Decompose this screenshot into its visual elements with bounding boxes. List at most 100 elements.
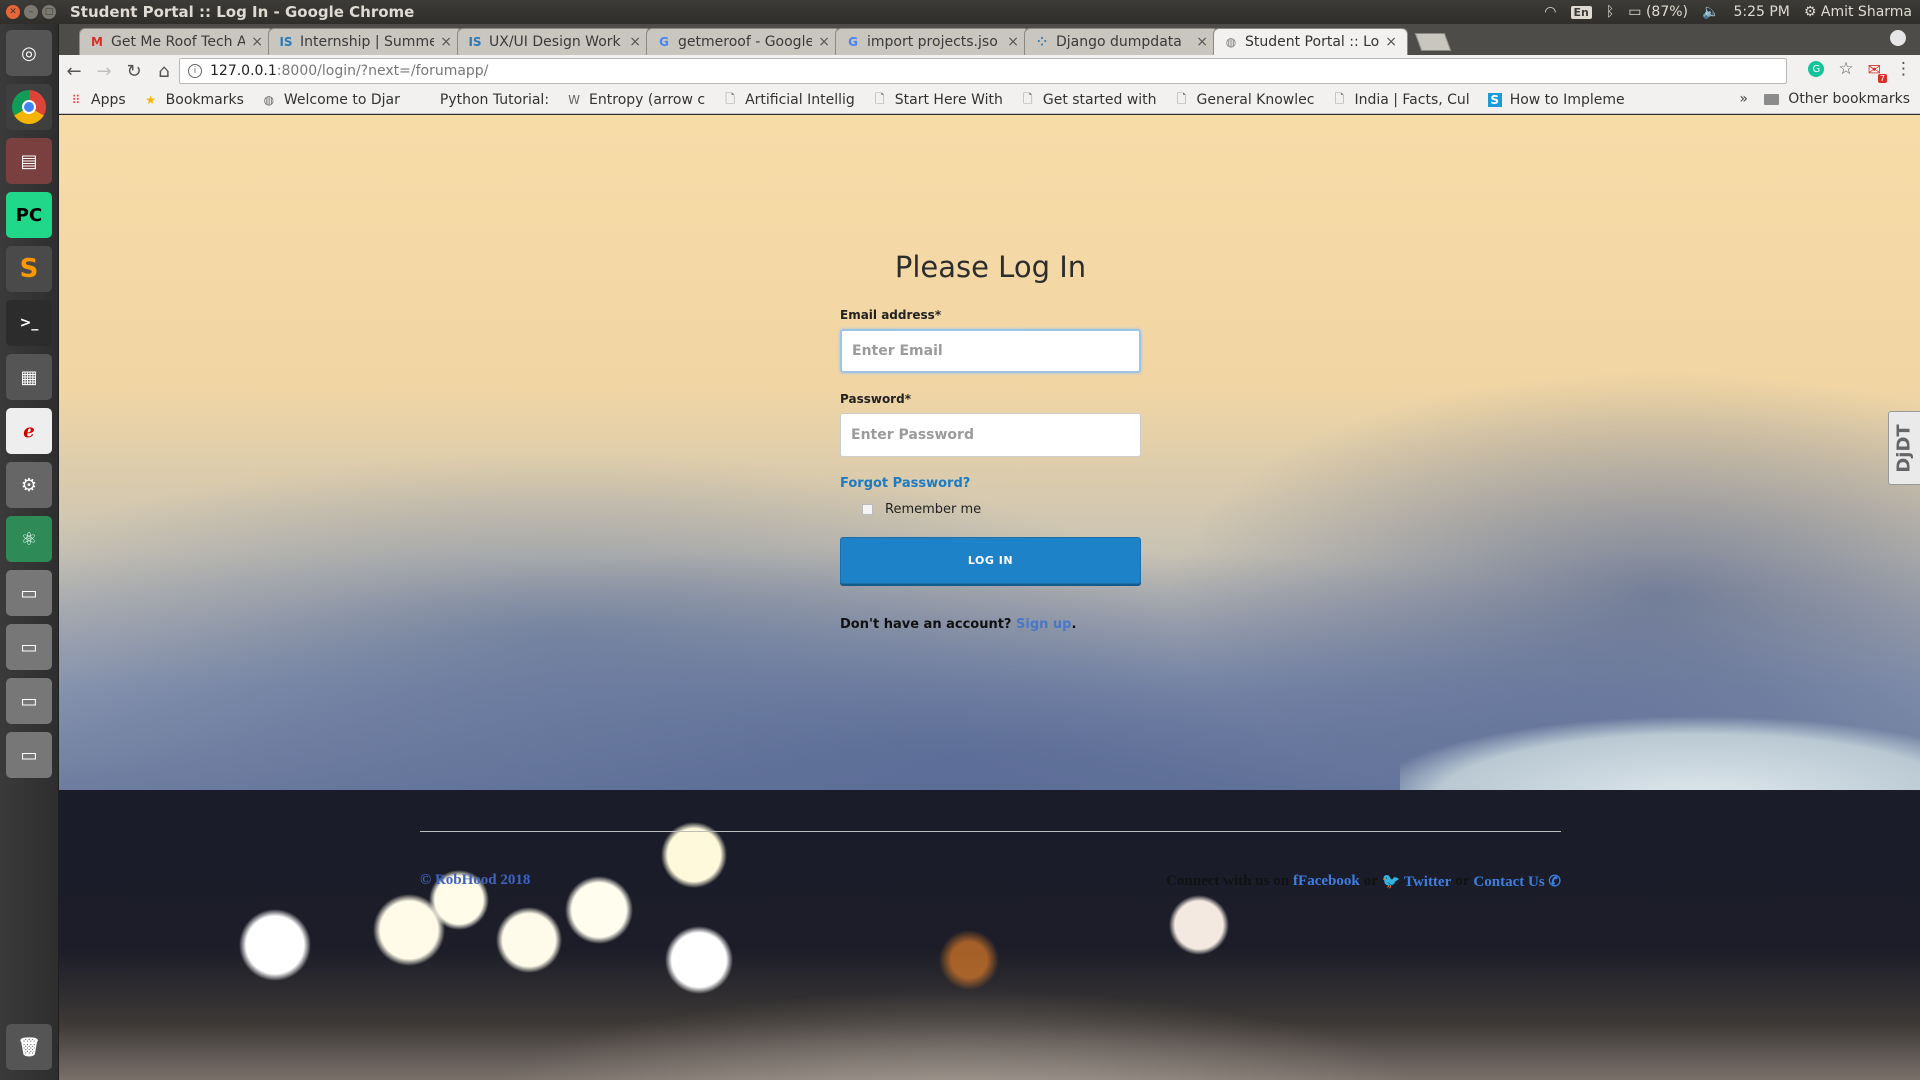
grid-icon: ⁘	[1036, 35, 1048, 49]
home-button[interactable]: ⌂	[149, 61, 179, 82]
remember-me-checkbox[interactable]	[862, 504, 873, 515]
forgot-password-link[interactable]: Forgot Password?	[840, 476, 1141, 491]
user-menu[interactable]: ⚙ Amit Sharma	[1804, 4, 1912, 20]
forward-button[interactable]: →	[89, 61, 119, 82]
bookmark-item[interactable]: W Entropy (arrow c	[567, 92, 705, 108]
browser-tab[interactable]: M Get Me Roof Tech A ×	[79, 28, 274, 55]
maximize-window-button[interactable]: □	[42, 5, 56, 19]
trash-icon[interactable]: 🗑	[6, 1024, 52, 1070]
close-tab-icon[interactable]: ×	[440, 34, 452, 50]
chrome-menu-icon[interactable]: ⋮	[1895, 59, 1912, 79]
gmail-icon: M	[91, 35, 103, 49]
new-tab-button[interactable]	[1414, 33, 1452, 51]
drive-icon[interactable]: ▭	[6, 732, 52, 778]
ddt-label: DjDT	[1894, 423, 1915, 473]
wifi-icon[interactable]: ◠	[1544, 4, 1556, 20]
close-tab-icon[interactable]: ×	[629, 34, 641, 50]
bookmark-label: Apps	[91, 92, 126, 108]
bookmark-item[interactable]: 🗋 General Knowlec	[1175, 92, 1315, 109]
minimize-window-button[interactable]: –	[24, 5, 38, 19]
email-group: Email address*	[840, 308, 1141, 373]
dash-icon[interactable]: ◎	[6, 30, 52, 76]
drive-icon[interactable]: ▭	[6, 570, 52, 616]
password-field[interactable]	[840, 413, 1141, 457]
gear-icon: ⚙	[1803, 4, 1817, 20]
terminal-icon[interactable]: >_	[6, 300, 52, 346]
django-debug-toolbar-handle[interactable]: DjDT	[1888, 411, 1920, 485]
bookmark-star-icon[interactable]: ☆	[1838, 59, 1853, 79]
grammarly-icon[interactable]: G	[1808, 61, 1825, 77]
close-tab-icon[interactable]: ×	[251, 34, 263, 50]
browser-tab[interactable]: Ggetmeroof - Google ×	[646, 28, 841, 55]
email-field[interactable]	[840, 329, 1141, 373]
login-button[interactable]: LOG IN	[840, 537, 1141, 584]
pycharm-icon[interactable]: PC	[6, 192, 52, 238]
bookmark-item[interactable]: ◍ Welcome to Djar	[262, 92, 400, 108]
bookmark-item[interactable]: ⠿ Apps	[69, 92, 126, 108]
bookmark-item[interactable]: 🗋 Artificial Intellig	[723, 92, 855, 109]
close-tab-icon[interactable]: ×	[1385, 34, 1397, 50]
address-bar[interactable]: i 127.0.0.1:8000/login/?next=/forumapp/	[179, 58, 1787, 84]
wikipedia-icon: W	[568, 93, 580, 107]
signup-suffix: .	[1071, 617, 1077, 632]
url-host: 127.0.0.1	[210, 63, 277, 79]
email-label: Email address*	[840, 308, 942, 322]
atom-icon[interactable]: ⚛	[6, 516, 52, 562]
drive-icon[interactable]: ▭	[6, 624, 52, 670]
remember-me[interactable]: Remember me	[862, 502, 1141, 517]
url-path: :8000/login/?next=/forumapp/	[276, 63, 489, 79]
clock[interactable]: 5:25 PM	[1733, 4, 1789, 20]
chrome-icon[interactable]	[6, 84, 52, 130]
files-icon[interactable]: ▤	[6, 138, 52, 184]
close-tab-icon[interactable]: ×	[1007, 34, 1019, 50]
bookmark-item[interactable]: S How to Impleme	[1487, 92, 1625, 108]
background-snow	[1400, 670, 1920, 790]
bookmark-label: How to Impleme	[1509, 92, 1625, 108]
toolbar-extensions: G ☆ ✉ 7 ⋮	[1808, 59, 1912, 83]
sublime-text-icon[interactable]: S	[6, 246, 52, 292]
system-settings-icon[interactable]: ⚙	[6, 462, 52, 508]
browser-tab[interactable]: ⁘ Django dumpdata ×	[1024, 28, 1219, 55]
tab-label: Student Portal :: Lo	[1245, 34, 1380, 50]
drive-icon[interactable]: ▭	[6, 678, 52, 724]
page-viewport: Please Log In Email address* Password* F…	[59, 115, 1920, 1080]
bookmark-item[interactable]: 🗋 Start Here With	[873, 92, 1003, 109]
bookmark-item[interactable]: 🗋 India | Facts, Cul	[1332, 92, 1470, 109]
or-text: or	[1363, 873, 1378, 889]
browser-tab[interactable]: IS UX/UI Design Work ×	[457, 28, 652, 55]
bluetooth-icon[interactable]: ᛒ	[1606, 4, 1614, 20]
bookmarks-overflow-button[interactable]: »	[1739, 91, 1748, 107]
globe-icon: ◍	[1225, 35, 1237, 49]
twitter-link[interactable]: 🐦 Twitter	[1382, 872, 1451, 891]
facebook-link[interactable]: fFacebook	[1293, 873, 1360, 890]
browser-tab[interactable]: Gimport projects.jso ×	[835, 28, 1030, 55]
close-tab-icon[interactable]: ×	[1196, 34, 1208, 50]
battery-indicator[interactable]: ▭ (87%)	[1628, 4, 1688, 20]
connect-text: Connect with us on	[1166, 873, 1290, 889]
browser-tab[interactable]: IS Internship | Summe ×	[268, 28, 463, 55]
close-tab-icon[interactable]: ×	[818, 34, 830, 50]
workspace-switcher-icon[interactable]: ▦	[6, 354, 52, 400]
hero-background: Please Log In Email address* Password* F…	[59, 115, 1920, 790]
bookmark-item[interactable]: ★ Bookmarks	[144, 92, 244, 108]
text-editor-icon[interactable]: ℯ	[6, 408, 52, 454]
contact-link[interactable]: Contact Us ✆	[1473, 872, 1561, 891]
twitter-icon: 🐦	[1381, 874, 1401, 890]
reload-button[interactable]: ↻	[119, 61, 149, 82]
back-button[interactable]: ←	[59, 61, 89, 82]
bookmark-label: General Knowlec	[1196, 92, 1315, 108]
other-bookmarks[interactable]: Other bookmarks	[1764, 91, 1910, 107]
google-icon: G	[659, 35, 669, 49]
close-window-button[interactable]: ✕	[6, 5, 20, 19]
volume-icon[interactable]: 🔈	[1702, 4, 1719, 20]
password-label: Password*	[840, 392, 911, 406]
bookmark-item[interactable]: 🗋 Get started with	[1021, 92, 1157, 109]
profile-icon[interactable]	[1890, 30, 1906, 46]
browser-toolbar: ← → ↻ ⌂ i 127.0.0.1:8000/login/?next=/fo…	[59, 55, 1920, 87]
keyboard-layout-indicator[interactable]: En	[1570, 5, 1592, 19]
browser-tab[interactable]: ◍ Student Portal :: Lo ×	[1213, 28, 1408, 55]
gmail-checker-icon[interactable]: ✉ 7	[1868, 60, 1887, 83]
bookmark-item[interactable]: Python Tutorial:	[418, 92, 549, 108]
site-info-icon[interactable]: i	[188, 64, 202, 78]
signup-link[interactable]: Sign up	[1016, 617, 1071, 632]
